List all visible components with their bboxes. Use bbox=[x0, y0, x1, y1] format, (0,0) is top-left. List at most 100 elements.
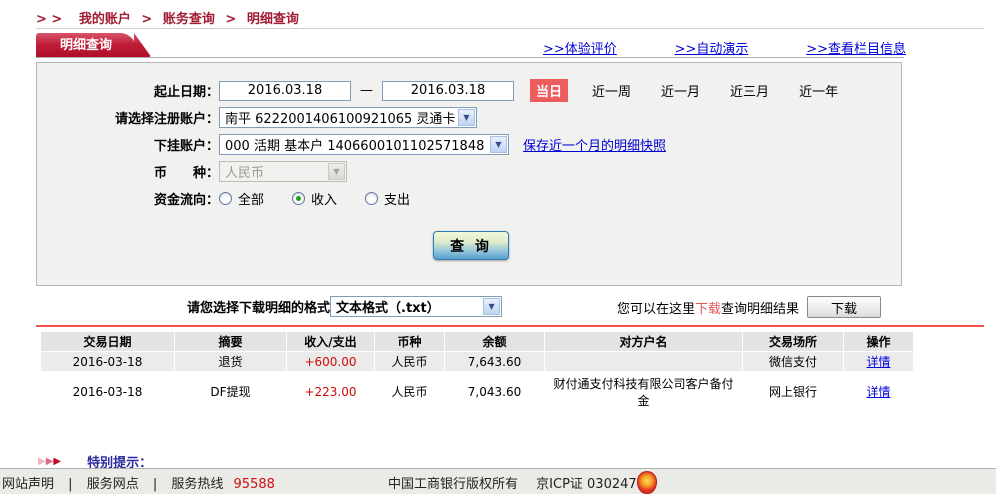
cell-balance: 7,043.60 bbox=[445, 372, 545, 412]
sub-account-label: 下挂账户： bbox=[37, 135, 219, 154]
footer-link-service-outlets[interactable]: 服务网点 bbox=[87, 477, 139, 492]
breadcrumb-separator: > bbox=[141, 12, 152, 27]
download-row: 请您选择下载明细的格式 文本格式（.txt） ▼ 您可以在这里 下载 查询明细结… bbox=[0, 296, 996, 320]
quick-range-month[interactable]: 近一月 bbox=[661, 81, 700, 100]
download-format-group: 请您选择下载明细的格式 文本格式（.txt） ▼ bbox=[187, 296, 502, 317]
detail-link[interactable]: 详情 bbox=[866, 385, 890, 399]
tab-detail-query: 明细查询 bbox=[36, 33, 136, 58]
date-range-label: 起止日期： bbox=[37, 81, 219, 100]
chevron-down-icon: ▼ bbox=[458, 109, 475, 126]
cell-summary: 退货 bbox=[175, 352, 287, 372]
flow-option-expense[interactable]: 支出 bbox=[365, 189, 410, 208]
cell-currency: 人民币 bbox=[375, 372, 445, 412]
download-button[interactable]: 下载 bbox=[807, 296, 881, 318]
arrow-icon: ▶ bbox=[38, 456, 46, 467]
flow-label: 资金流向： bbox=[37, 189, 219, 208]
registered-account-value: 南平 6222001406100921065 灵通卡 bbox=[220, 108, 476, 127]
quick-range-year[interactable]: 近一年 bbox=[799, 81, 838, 100]
copyright-text: 中国工商银行版权所有 bbox=[388, 477, 518, 492]
sub-account-value: 000 活期 基本户 1406600101102571848 bbox=[220, 135, 506, 154]
table-header-row: 交易日期 摘要 收入/支出 币种 余额 对方户名 交易场所 操作 bbox=[41, 332, 914, 352]
col-header-balance: 余额 bbox=[445, 332, 545, 352]
cell-date: 2016-03-18 bbox=[41, 352, 175, 372]
query-form-panel: 起止日期： — 当日 近一周 近一月 近三月 近一年 请选择注册账户： 南平 6… bbox=[36, 62, 902, 286]
link-view-column-info[interactable]: >>查看栏目信息 bbox=[806, 38, 906, 57]
date-range-row: 起止日期： — 当日 近一周 近一月 近三月 近一年 bbox=[37, 77, 901, 104]
link-auto-demo[interactable]: >>自动演示 bbox=[675, 38, 749, 57]
col-header-venue: 交易场所 bbox=[743, 332, 844, 352]
registered-account-label: 请选择注册账户： bbox=[37, 108, 219, 127]
flow-option-all-label: 全部 bbox=[238, 189, 264, 208]
hotline-label: 服务热线 bbox=[171, 477, 223, 492]
currency-select: 人民币 ▼ bbox=[219, 161, 347, 182]
currency-value: 人民币 bbox=[220, 162, 286, 181]
flow-row: 资金流向： 全部 收入 支出 bbox=[37, 185, 901, 212]
link-experience-review[interactable]: >>体验评价 bbox=[543, 38, 617, 57]
cell-amount: +600.00 bbox=[287, 352, 375, 372]
footer-bar: 网站声明 | 服务网点 | 服务热线 95588 中国工商银行版权所有 京ICP… bbox=[0, 468, 996, 494]
flow-option-all[interactable]: 全部 bbox=[219, 189, 264, 208]
tab-underline bbox=[36, 57, 904, 58]
breadcrumb-item-account-query[interactable]: 账务查询 bbox=[163, 12, 215, 27]
cell-venue: 微信支付 bbox=[743, 352, 844, 372]
header-links: >>体验评价 >>自动演示 >>查看栏目信息 bbox=[543, 38, 906, 57]
chevron-down-icon: ▼ bbox=[490, 136, 507, 153]
download-hint-suffix: 查询明细结果 bbox=[721, 298, 799, 317]
registered-account-row: 请选择注册账户： 南平 6222001406100921065 灵通卡 ▼ bbox=[37, 104, 901, 131]
save-snapshot-link[interactable]: 保存近一个月的明细快照 bbox=[523, 135, 666, 154]
flow-option-income[interactable]: 收入 bbox=[292, 189, 337, 208]
breadcrumb-item-my-account[interactable]: 我的账户 bbox=[79, 12, 131, 27]
currency-row: 币 种： 人民币 ▼ bbox=[37, 158, 901, 185]
footer-copyright: 中国工商银行版权所有 京ICP证 030247号 bbox=[388, 473, 650, 492]
radio-icon[interactable] bbox=[365, 192, 378, 205]
tab-title: 明细查询 bbox=[60, 38, 112, 53]
quick-range-group: 当日 近一周 近一月 近三月 近一年 bbox=[530, 79, 868, 102]
download-hint-prefix: 您可以在这里 bbox=[617, 298, 695, 317]
breadcrumb-divider bbox=[36, 28, 984, 29]
sub-account-row: 下挂账户： 000 活期 基本户 1406600101102571848 ▼ 保… bbox=[37, 131, 901, 158]
breadcrumb-separator: > bbox=[225, 12, 236, 27]
breadcrumb-prefix: > > bbox=[36, 12, 62, 27]
breadcrumb: > > 我的账户 > 账务查询 > 明细查询 bbox=[36, 8, 299, 27]
footer-link-site-statement[interactable]: 网站声明 bbox=[2, 477, 54, 492]
footer-separator: | bbox=[68, 477, 72, 492]
query-button[interactable]: 查 询 bbox=[433, 231, 509, 260]
icp-license: 京ICP证 030247号 bbox=[536, 477, 650, 492]
chevron-down-icon: ▼ bbox=[328, 163, 345, 180]
cell-summary: DF提现 bbox=[175, 372, 287, 412]
col-header-date: 交易日期 bbox=[41, 332, 175, 352]
download-format-value: 文本格式（.txt） bbox=[331, 297, 462, 316]
breadcrumb-item-detail-query[interactable]: 明细查询 bbox=[247, 12, 299, 27]
date-separator: — bbox=[360, 83, 373, 98]
cell-amount: +223.00 bbox=[287, 372, 375, 412]
col-header-counterparty: 对方户名 bbox=[545, 332, 743, 352]
col-header-amount: 收入/支出 bbox=[287, 332, 375, 352]
download-inline-link[interactable]: 下载 bbox=[695, 298, 721, 317]
date-to-input[interactable] bbox=[382, 81, 514, 101]
radio-icon[interactable] bbox=[219, 192, 232, 205]
cell-balance: 7,643.60 bbox=[445, 352, 545, 372]
arrow-icon: ▶ bbox=[46, 456, 54, 467]
currency-label: 币 种： bbox=[37, 162, 219, 181]
quick-range-today[interactable]: 当日 bbox=[530, 79, 568, 102]
quick-range-quarter[interactable]: 近三月 bbox=[730, 81, 769, 100]
cell-counterparty: 财付通支付科技有限公司客户备付金 bbox=[545, 372, 743, 412]
cell-counterparty bbox=[545, 352, 743, 372]
col-header-summary: 摘要 bbox=[175, 332, 287, 352]
sub-account-select[interactable]: 000 活期 基本户 1406600101102571848 ▼ bbox=[219, 134, 509, 155]
date-from-input[interactable] bbox=[219, 81, 351, 101]
cell-date: 2016-03-18 bbox=[41, 372, 175, 412]
radio-checked-icon[interactable] bbox=[292, 192, 305, 205]
footer-separator: | bbox=[153, 477, 157, 492]
transactions-table: 交易日期 摘要 收入/支出 币种 余额 对方户名 交易场所 操作 2016-03… bbox=[40, 331, 914, 412]
hotline-number: 95588 bbox=[234, 477, 275, 492]
flow-option-expense-label: 支出 bbox=[384, 189, 410, 208]
security-badge-icon[interactable] bbox=[637, 471, 657, 494]
table-top-divider bbox=[36, 325, 984, 327]
detail-link[interactable]: 详情 bbox=[866, 355, 890, 369]
download-format-select[interactable]: 文本格式（.txt） ▼ bbox=[330, 296, 502, 317]
registered-account-select[interactable]: 南平 6222001406100921065 灵通卡 ▼ bbox=[219, 107, 477, 128]
quick-range-week[interactable]: 近一周 bbox=[592, 81, 631, 100]
arrow-icon: ▶ bbox=[53, 456, 61, 467]
table-row: 2016-03-18 退货 +600.00 人民币 7,643.60 微信支付 … bbox=[41, 352, 914, 372]
